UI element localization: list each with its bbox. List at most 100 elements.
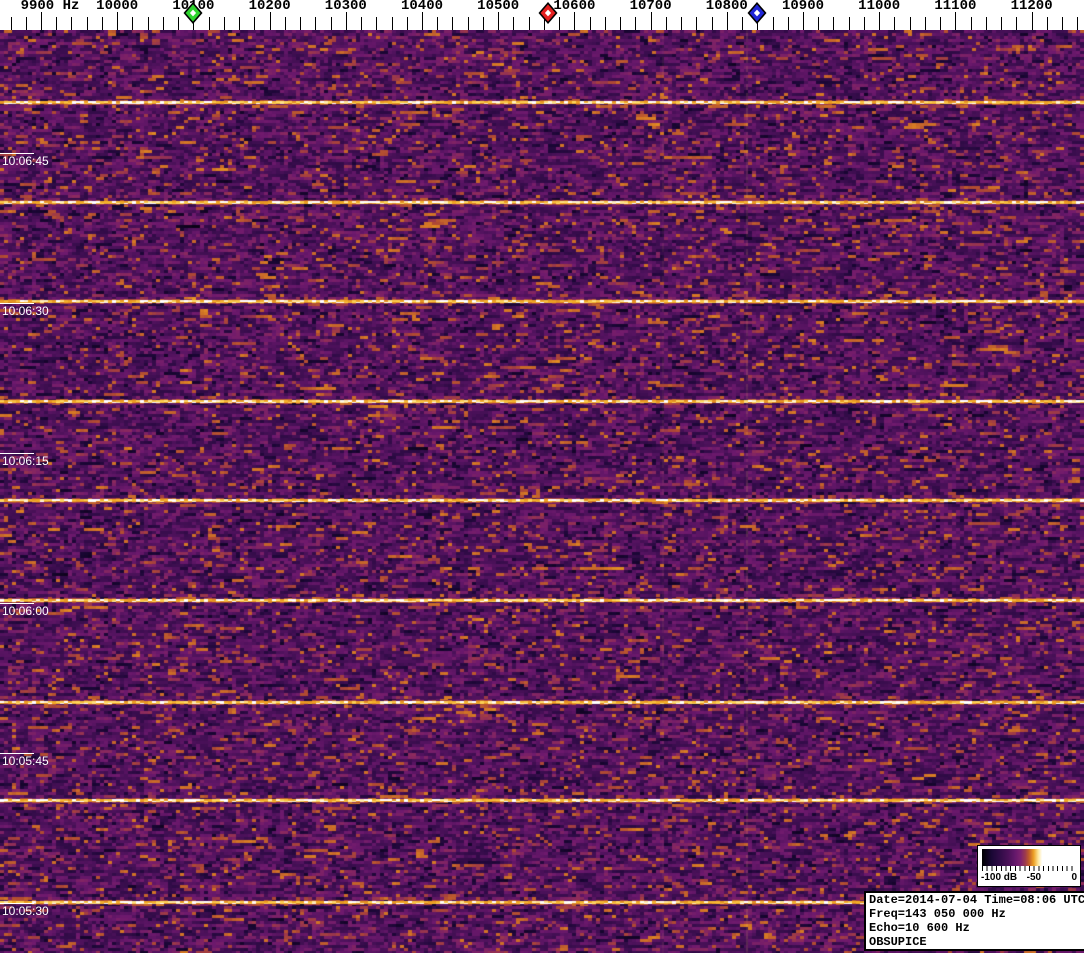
- frequency-tick: [620, 17, 621, 30]
- frequency-tick: [833, 17, 834, 30]
- frequency-tick: [209, 17, 210, 30]
- frequency-tick: [651, 12, 652, 30]
- frequency-tick: [803, 12, 804, 30]
- frequency-tick: [376, 17, 377, 30]
- frequency-tick: [483, 17, 484, 30]
- frequency-tick: [285, 17, 286, 30]
- frequency-tick: [1062, 17, 1063, 30]
- green-marker[interactable]: [184, 2, 203, 29]
- frequency-tick-label: 11200: [1011, 0, 1053, 13]
- time-label: 10:06:00: [2, 605, 49, 618]
- frequency-tick: [605, 17, 606, 30]
- frequency-tick: [361, 17, 362, 30]
- frequency-tick: [879, 12, 880, 30]
- frequency-tick: [559, 17, 560, 30]
- frequency-tick: [315, 17, 316, 30]
- time-label: 10:06:30: [2, 305, 49, 318]
- frequency-tick: [300, 17, 301, 30]
- frequency-tick-label: 10200: [249, 0, 291, 13]
- frequency-tick: [26, 17, 27, 30]
- info-frequency: Freq=143 050 000 Hz: [869, 907, 1084, 921]
- color-scale-mid-label: -50: [1027, 872, 1041, 883]
- frequency-tick: [1032, 12, 1033, 30]
- frequency-tick: [407, 17, 408, 30]
- frequency-tick-label: 10700: [630, 0, 672, 13]
- info-echo: Echo=10 600 Hz: [869, 921, 1084, 935]
- info-date-time: Date=2014-07-04 Time=08:06 UTC: [869, 893, 1084, 907]
- frequency-tick: [71, 17, 72, 30]
- frequency-tick: [955, 12, 956, 30]
- frequency-tick: [224, 17, 225, 30]
- color-scale-legend: -100 dB -50 0: [977, 845, 1081, 887]
- frequency-tick: [864, 17, 865, 30]
- frequency-tick: [849, 17, 850, 30]
- frequency-tick: [163, 17, 164, 30]
- time-label: 10:05:45: [2, 755, 49, 768]
- green-marker-diamond-icon: [184, 2, 203, 24]
- blue-marker-diamond-icon: [748, 2, 767, 24]
- frequency-tick: [925, 17, 926, 30]
- frequency-tick-label: 10000: [96, 0, 138, 13]
- frequency-tick: [87, 17, 88, 30]
- frequency-tick: [590, 17, 591, 30]
- frequency-tick: [696, 17, 697, 30]
- frequency-tick: [1001, 17, 1002, 30]
- frequency-tick: [727, 12, 728, 30]
- frequency-tick: [422, 12, 423, 30]
- frequency-tick: [468, 17, 469, 30]
- frequency-tick: [392, 17, 393, 30]
- frequency-tick: [132, 17, 133, 30]
- frequency-tick: [529, 17, 530, 30]
- color-scale-max-label: 0: [1071, 872, 1077, 883]
- frequency-tick: [1016, 17, 1017, 30]
- frequency-tick: [635, 17, 636, 30]
- frequency-tick: [712, 17, 713, 30]
- frequency-tick: [452, 17, 453, 30]
- frequency-tick-label: 10500: [477, 0, 519, 13]
- red-marker[interactable]: [538, 2, 557, 29]
- frequency-tick: [513, 17, 514, 30]
- frequency-tick: [818, 17, 819, 30]
- frequency-tick: [41, 12, 42, 30]
- info-observer: OBSUPICE: [869, 935, 1084, 949]
- frequency-tick: [986, 17, 987, 30]
- info-box: Date=2014-07-04 Time=08:06 UTC Freq=143 …: [864, 891, 1084, 951]
- frequency-tick: [574, 12, 575, 30]
- frequency-tick: [773, 17, 774, 30]
- time-label: 10:06:45: [2, 155, 49, 168]
- frequency-tick: [102, 17, 103, 30]
- frequency-tick: [437, 17, 438, 30]
- frequency-tick: [788, 17, 789, 30]
- frequency-tick: [148, 17, 149, 30]
- frequency-tick-label: 10800: [706, 0, 748, 13]
- frequency-tick: [681, 17, 682, 30]
- frequency-tick: [971, 17, 972, 30]
- frequency-tick: [254, 17, 255, 30]
- frequency-tick: [894, 17, 895, 30]
- frequency-tick: [666, 17, 667, 30]
- red-marker-diamond-icon: [538, 2, 557, 24]
- time-label: 10:06:15: [2, 455, 49, 468]
- spectrogram-canvas[interactable]: [0, 30, 1084, 953]
- frequency-tick-label: 10900: [782, 0, 824, 13]
- frequency-tick: [1077, 17, 1078, 30]
- frequency-tick: [910, 17, 911, 30]
- frequency-tick-label: 9900 Hz: [21, 0, 80, 13]
- blue-marker[interactable]: [748, 2, 767, 29]
- time-label: 10:05:30: [2, 905, 49, 918]
- frequency-tick: [178, 17, 179, 30]
- frequency-tick: [498, 12, 499, 30]
- frequency-tick-label: 10400: [401, 0, 443, 13]
- spectrum-lab-waterfall-window: 9900 Hz100001010010200103001040010500106…: [0, 0, 1084, 953]
- frequency-tick: [1047, 17, 1048, 30]
- frequency-tick: [940, 17, 941, 30]
- frequency-tick: [11, 17, 12, 30]
- frequency-tick: [270, 12, 271, 30]
- frequency-tick: [346, 12, 347, 30]
- frequency-tick: [239, 17, 240, 30]
- frequency-tick-label: 11100: [934, 0, 976, 13]
- color-scale-min-label: -100 dB: [981, 872, 1017, 883]
- frequency-ruler[interactable]: 9900 Hz100001010010200103001040010500106…: [0, 0, 1084, 30]
- frequency-tick: [742, 17, 743, 30]
- color-scale-labels: -100 dB -50 0: [980, 871, 1078, 884]
